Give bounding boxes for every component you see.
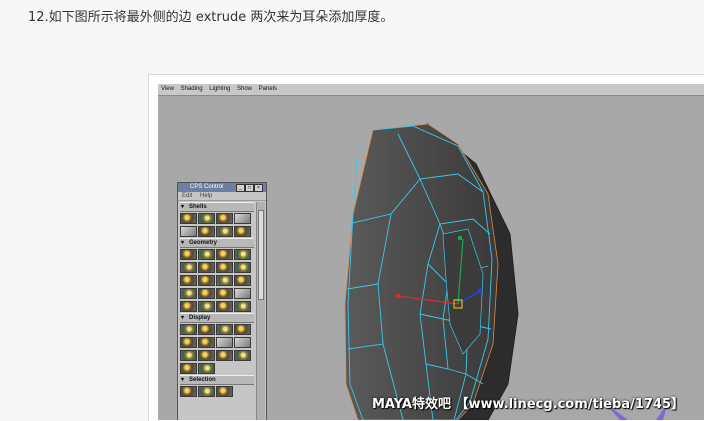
geometry-tool-icon[interactable] — [198, 301, 215, 312]
geometry-tool-icon[interactable] — [216, 249, 233, 260]
tool-row — [180, 336, 254, 349]
display-tool-icon[interactable] — [216, 324, 233, 335]
geometry-tool-icon[interactable] — [198, 288, 215, 299]
geometry-tool-icon[interactable] — [216, 288, 233, 299]
watermark-text: MAYA特效吧 【www.linecg.com/tieba/1745】 — [372, 397, 685, 412]
cps-control-panel[interactable]: CPS Control _ □ × Edit Help Shells Ge — [177, 182, 267, 420]
geometry-tool-icon[interactable] — [198, 275, 215, 286]
cps-menu-edit[interactable]: Edit — [182, 193, 192, 199]
geometry-tool-icon[interactable] — [180, 301, 197, 312]
display-tool-icon[interactable] — [198, 337, 215, 348]
display-tool-icon[interactable] — [216, 350, 233, 361]
geometry-tool-icon[interactable] — [234, 249, 251, 260]
shell-tool-icon[interactable] — [216, 213, 233, 224]
display-tool-icon[interactable] — [198, 350, 215, 361]
section-selection[interactable]: Selection — [180, 375, 254, 385]
selection-tool-icon[interactable] — [180, 386, 197, 397]
display-tool-icon[interactable] — [216, 337, 233, 348]
tool-row — [180, 212, 254, 225]
close-button[interactable]: × — [254, 184, 263, 192]
cps-menubar: Edit Help — [178, 192, 266, 201]
geometry-tool-icon[interactable] — [180, 275, 197, 286]
tool-row — [180, 287, 254, 300]
geometry-tool-icon[interactable] — [234, 262, 251, 273]
geometry-tool-icon[interactable] — [216, 275, 233, 286]
display-tool-icon[interactable] — [198, 324, 215, 335]
geometry-tool-icon[interactable] — [180, 288, 197, 299]
shell-tool-icon[interactable] — [180, 213, 197, 224]
geometry-tool-icon[interactable] — [180, 262, 197, 273]
cps-tool-list: Shells Geometry — [180, 202, 254, 398]
tool-row — [180, 323, 254, 336]
tool-row — [180, 274, 254, 287]
caption-text: 12.如下图所示将最外侧的边 extrude 两次来为耳朵添加厚度。 — [28, 10, 394, 25]
shell-tool-icon[interactable] — [234, 213, 251, 224]
display-tool-icon[interactable] — [180, 350, 197, 361]
geometry-tool-icon[interactable] — [234, 288, 251, 299]
geometry-tool-icon[interactable] — [234, 301, 251, 312]
section-display[interactable]: Display — [180, 313, 254, 323]
selection-tool-icon[interactable] — [216, 386, 233, 397]
shell-tool-icon[interactable] — [234, 226, 251, 237]
display-tool-icon[interactable] — [234, 350, 251, 361]
display-tool-icon[interactable] — [180, 363, 197, 374]
tool-row — [180, 385, 254, 398]
display-tool-icon[interactable] — [234, 337, 251, 348]
scrollbar-thumb[interactable] — [258, 210, 264, 300]
cps-menu-help[interactable]: Help — [200, 193, 212, 199]
shell-tool-icon[interactable] — [198, 213, 215, 224]
cps-scrollbar[interactable] — [256, 202, 265, 420]
shell-tool-icon[interactable] — [180, 226, 197, 237]
cps-title: CPS Control — [190, 184, 224, 190]
display-tool-icon[interactable] — [198, 363, 215, 374]
geometry-tool-icon[interactable] — [234, 275, 251, 286]
display-tool-icon[interactable] — [234, 324, 251, 335]
display-tool-icon[interactable] — [180, 324, 197, 335]
tool-row — [180, 248, 254, 261]
tool-row — [180, 362, 254, 375]
section-shells[interactable]: Shells — [180, 202, 254, 212]
minimize-button[interactable]: _ — [236, 184, 245, 192]
section-geometry[interactable]: Geometry — [180, 238, 254, 248]
shell-tool-icon[interactable] — [216, 226, 233, 237]
maximize-button[interactable]: □ — [245, 184, 254, 192]
tool-row — [180, 300, 254, 313]
geometry-tool-icon[interactable] — [216, 301, 233, 312]
geometry-tool-icon[interactable] — [198, 262, 215, 273]
tool-row — [180, 349, 254, 362]
shell-tool-icon[interactable] — [198, 226, 215, 237]
geometry-tool-icon[interactable] — [180, 249, 197, 260]
cps-title-bar[interactable]: CPS Control _ □ × — [178, 183, 266, 192]
selection-tool-icon[interactable] — [198, 386, 215, 397]
geometry-tool-icon[interactable] — [216, 262, 233, 273]
geometry-tool-icon[interactable] — [198, 249, 215, 260]
tool-row — [180, 225, 254, 238]
display-tool-icon[interactable] — [180, 337, 197, 348]
maya-viewport[interactable]: View Shading Lighting Show Panels CPS Co… — [158, 84, 704, 420]
tool-row — [180, 261, 254, 274]
